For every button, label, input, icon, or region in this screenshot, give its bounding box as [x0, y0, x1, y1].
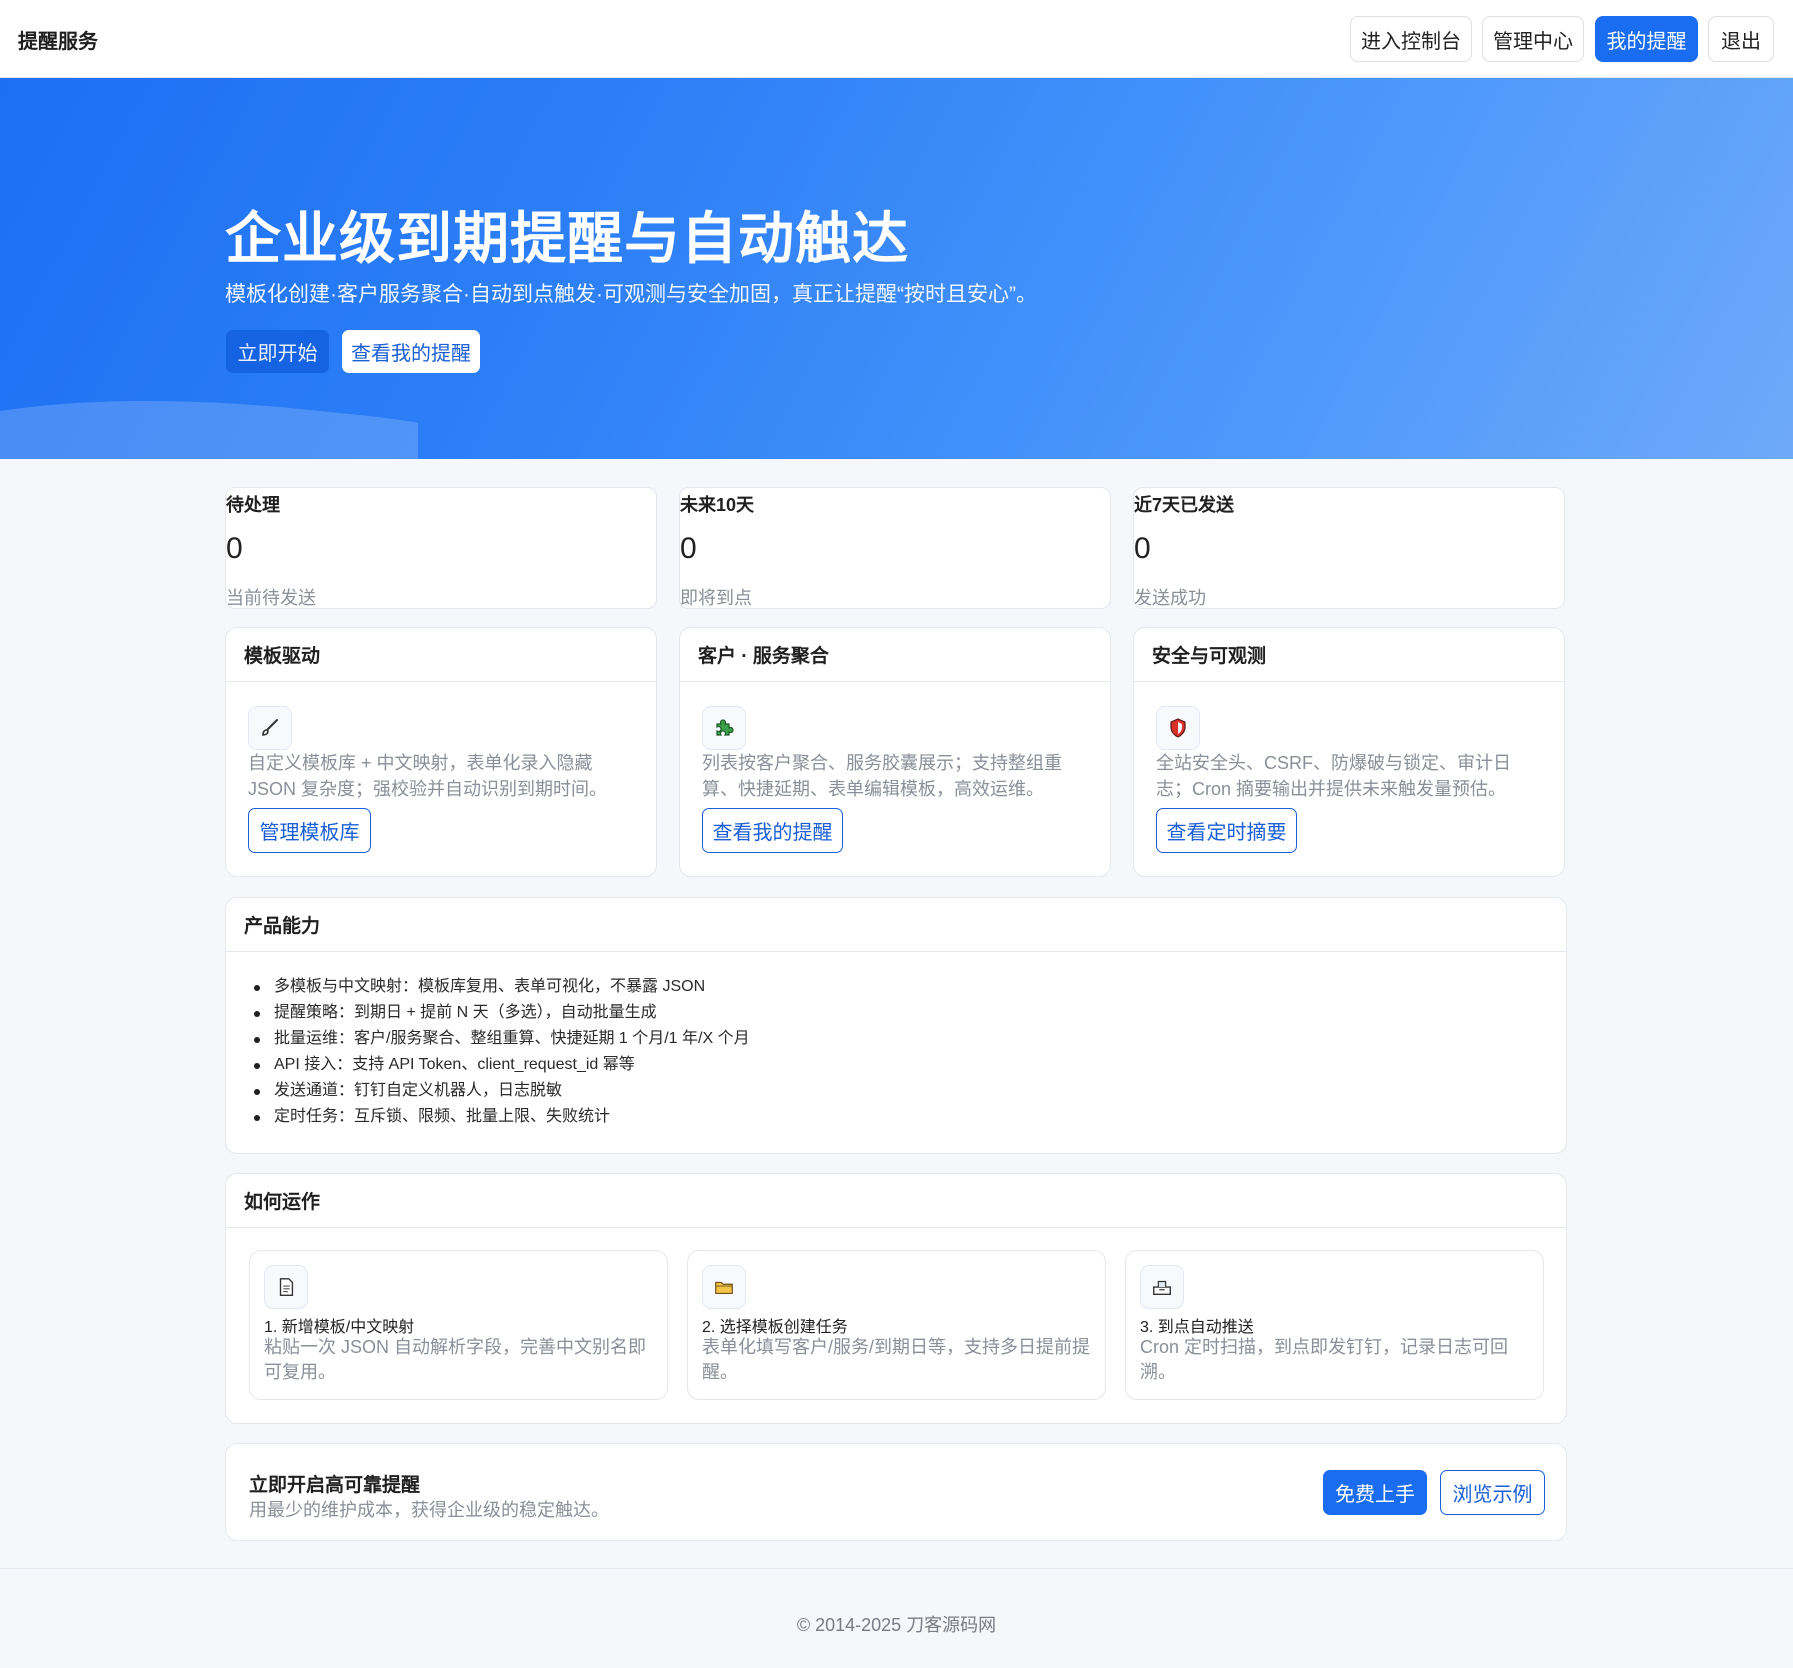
feature-card-description: 列表按客户聚合、服务胶囊展示；支持整组重算、快捷延期、表单编辑模板，高效运维。	[702, 753, 1062, 799]
stat-card-next-10-days: 未来10天 0 即将到点	[679, 487, 1111, 609]
step-title: 1. 新增模板/中文映射	[264, 1319, 415, 1336]
brush-icon	[248, 706, 292, 750]
manage-templates-button[interactable]: 管理模板库	[248, 808, 371, 853]
puzzle-icon	[702, 706, 746, 750]
logout-button[interactable]: 退出	[1708, 16, 1774, 62]
feature-card-description: 自定义模板库 + 中文映射，表单化录入隐藏 JSON 复杂度；强校验并自动识别到…	[248, 753, 608, 799]
cta-panel: 立即开启高可靠提醒 用最少的维护成本，获得企业级的稳定触达。 免费上手 浏览示例	[225, 1443, 1567, 1541]
cta-subtitle: 用最少的维护成本，获得企业级的稳定触达。	[249, 1500, 609, 1520]
how-it-works-panel: 如何运作 1. 新增模板/中文映射 粘贴一次 JSON 自动解析字段，完善中文别…	[225, 1173, 1567, 1424]
feature-card-security: 安全与可观测 全站安全头、CSRF、防爆破与锁定、审计日志；Cron 摘要输出并…	[1133, 627, 1565, 877]
feature-card-title: 模板驱动	[226, 628, 656, 682]
step-description: Cron 定时扫描，到点即发钉钉，记录日志可回溯。	[1140, 1337, 1509, 1382]
free-start-button[interactable]: 免费上手	[1323, 1470, 1427, 1515]
stat-label: 待处理	[226, 495, 280, 515]
folder-icon	[702, 1265, 746, 1309]
console-button[interactable]: 进入控制台	[1350, 16, 1472, 62]
stat-description: 当前待发送	[226, 588, 316, 608]
my-reminders-nav-button[interactable]: 我的提醒	[1595, 16, 1698, 62]
stat-label: 未来10天	[680, 495, 755, 515]
list-item: 提醒策略：到期日 + 提前 N 天（多选），自动批量生成	[248, 1000, 750, 1026]
top-navbar: 提醒服务 进入控制台 管理中心 我的提醒 退出	[0, 0, 1793, 78]
footer: © 2014-2025 刀客源码网	[0, 1568, 1793, 1668]
hero-banner: 企业级到期提醒与自动触达 模板化创建·客户服务聚合·自动到点触发·可观测与安全加…	[0, 78, 1793, 459]
view-my-reminders-button[interactable]: 查看我的提醒	[342, 330, 480, 373]
hero-title: 企业级到期提醒与自动触达	[225, 207, 909, 270]
feature-card-title: 客户 · 服务聚合	[680, 628, 1110, 682]
admin-center-button[interactable]: 管理中心	[1482, 16, 1584, 62]
list-item: 多模板与中文映射：模板库复用、表单可视化，不暴露 JSON	[248, 974, 750, 1000]
step-card-3: 3. 到点自动推送 Cron 定时扫描，到点即发钉钉，记录日志可回溯。	[1125, 1250, 1544, 1400]
document-icon	[264, 1265, 308, 1309]
shield-icon	[1156, 706, 1200, 750]
step-title: 2. 选择模板创建任务	[702, 1319, 848, 1336]
list-item: 定时任务：互斥锁、限频、批量上限、失败统计	[248, 1104, 750, 1130]
view-my-reminders-card-button[interactable]: 查看我的提醒	[702, 808, 843, 853]
stat-description: 发送成功	[1134, 588, 1206, 608]
list-item: 发送通道：钉钉自定义机器人，日志脱敏	[248, 1078, 750, 1104]
how-it-works-title: 如何运作	[226, 1174, 1566, 1228]
stat-label: 近7天已发送	[1134, 495, 1235, 515]
feature-card-title: 安全与可观测	[1134, 628, 1564, 682]
browse-examples-button[interactable]: 浏览示例	[1440, 1470, 1545, 1515]
stat-card-pending: 待处理 0 当前待发送	[225, 487, 657, 609]
view-cron-summary-button[interactable]: 查看定时摘要	[1156, 808, 1297, 853]
cta-title: 立即开启高可靠提醒	[249, 1475, 421, 1496]
stat-value: 0	[680, 532, 697, 565]
stat-card-sent-7-days: 近7天已发送 0 发送成功	[1133, 487, 1565, 609]
stat-description: 即将到点	[680, 588, 752, 608]
hero-subtitle: 模板化创建·客户服务聚合·自动到点触发·可观测与安全加固，真正让提醒“按时且安心…	[225, 283, 1037, 306]
brand-logo-text[interactable]: 提醒服务	[18, 25, 98, 54]
feature-card-customer-service: 客户 · 服务聚合 列表按客户聚合、服务胶囊展示；支持整组重算、快捷延期、表单编…	[679, 627, 1111, 877]
start-now-button[interactable]: 立即开始	[226, 330, 329, 373]
list-item: API 接入：支持 API Token、client_request_id 幂等	[248, 1052, 750, 1078]
hero-wave-decoration	[0, 401, 418, 459]
capabilities-list: 多模板与中文映射：模板库复用、表单可视化，不暴露 JSON 提醒策略：到期日 +…	[248, 974, 750, 1130]
step-card-1: 1. 新增模板/中文映射 粘贴一次 JSON 自动解析字段，完善中文别名即可复用…	[249, 1250, 668, 1400]
step-description: 粘贴一次 JSON 自动解析字段，完善中文别名即可复用。	[264, 1337, 647, 1382]
feature-card-description: 全站安全头、CSRF、防爆破与锁定、审计日志；Cron 摘要输出并提供未来触发量…	[1156, 753, 1511, 799]
feature-card-template: 模板驱动 自定义模板库 + 中文映射，表单化录入隐藏 JSON 复杂度；强校验并…	[225, 627, 657, 877]
step-card-2: 2. 选择模板创建任务 表单化填写客户/服务/到期日等，支持多日提前提醒。	[687, 1250, 1106, 1400]
list-item: 批量运维：客户/服务聚合、整组重算、快捷延期 1 个月/1 年/X 个月	[248, 1026, 750, 1052]
capabilities-title: 产品能力	[226, 898, 1566, 952]
step-title: 3. 到点自动推送	[1140, 1319, 1254, 1336]
capabilities-panel: 产品能力 多模板与中文映射：模板库复用、表单可视化，不暴露 JSON 提醒策略：…	[225, 897, 1567, 1154]
stat-value: 0	[226, 532, 243, 565]
stat-value: 0	[1134, 532, 1151, 565]
step-description: 表单化填写客户/服务/到期日等，支持多日提前提醒。	[702, 1337, 1090, 1382]
outbox-icon	[1140, 1265, 1184, 1309]
copyright-text: © 2014-2025 刀客源码网	[796, 1615, 997, 1635]
